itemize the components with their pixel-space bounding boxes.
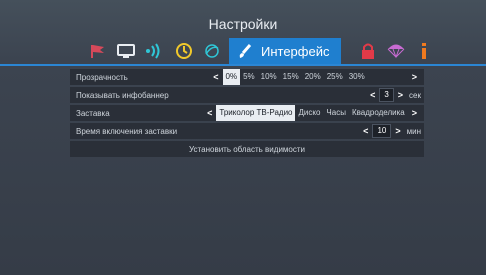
lock-icon <box>362 43 374 59</box>
transparency-label: Прозрачность <box>76 72 128 82</box>
transparency-options: < 0% 5% 10% 15% 20% 25% 30% > <box>209 69 421 85</box>
row-transparency[interactable]: Прозрачность < 0% 5% 10% 15% 20% 25% 30%… <box>70 69 424 85</box>
settings-screen: Настройки Интерфейс Прозрачность < 0% 5%… <box>0 0 486 275</box>
tabs-bar: Интерфейс <box>87 38 437 64</box>
transparency-option[interactable]: 20% <box>302 69 324 85</box>
visible-area-button[interactable]: Установить область видимости <box>70 141 424 157</box>
transparency-option[interactable]: 0% <box>222 69 241 85</box>
transparency-option[interactable]: 15% <box>280 69 302 85</box>
infobanner-stepper: < 3 > сек <box>366 87 421 103</box>
screensaver-options: < Триколор ТВ-Радио Диско Часы Квадродел… <box>203 105 421 121</box>
screensaver-label: Заставка <box>76 108 110 118</box>
screensaver-option[interactable]: Квадроделика <box>349 105 408 121</box>
infobanner-value: 3 <box>379 88 394 102</box>
tab-satellite[interactable] <box>201 40 223 62</box>
brush-icon <box>239 44 252 58</box>
info-icon <box>422 43 426 59</box>
screensaver-option[interactable]: Триколор ТВ-Радио <box>216 105 296 121</box>
screensaver-time-unit: мин <box>406 126 421 136</box>
arrow-right-icon[interactable]: > <box>394 90 407 100</box>
transparency-option[interactable]: 10% <box>258 69 280 85</box>
infobanner-label: Показывать инфобаннер <box>76 90 169 100</box>
screensaver-time-value: 10 <box>372 124 392 138</box>
row-infobanner[interactable]: Показывать инфобаннер < 3 > сек <box>70 87 424 103</box>
tab-flag[interactable] <box>87 40 109 62</box>
tab-signal[interactable] <box>143 40 165 62</box>
tab-tv[interactable] <box>115 40 137 62</box>
tab-interface-label: Интерфейс <box>261 43 330 59</box>
tv-icon <box>117 44 135 58</box>
clock-icon <box>176 43 192 59</box>
transparency-option[interactable]: 30% <box>346 69 368 85</box>
arrow-left-icon[interactable]: < <box>359 126 372 136</box>
settings-list: Прозрачность < 0% 5% 10% 15% 20% 25% 30%… <box>70 67 424 157</box>
flag-icon <box>91 45 104 58</box>
signal-icon <box>146 43 160 59</box>
arrow-left-icon[interactable]: < <box>366 90 379 100</box>
screensaver-option[interactable]: Часы <box>323 105 349 121</box>
transparency-option[interactable]: 25% <box>324 69 346 85</box>
satellite-icon <box>205 44 219 58</box>
arrow-right-icon[interactable]: > <box>391 126 404 136</box>
tab-info[interactable] <box>413 40 435 62</box>
tab-underline <box>0 64 486 66</box>
arrow-right-icon[interactable]: > <box>408 72 421 82</box>
infobanner-unit: сек <box>409 90 421 100</box>
arrow-left-icon[interactable]: < <box>203 108 216 118</box>
screensaver-time-label: Время включения заставки <box>76 126 178 136</box>
transparency-option[interactable]: 5% <box>240 69 258 85</box>
row-screensaver[interactable]: Заставка < Триколор ТВ-Радио Диско Часы … <box>70 105 424 121</box>
screensaver-option[interactable]: Диско <box>295 105 323 121</box>
visible-area-label: Установить область видимости <box>189 144 305 154</box>
tab-interface[interactable]: Интерфейс <box>229 38 341 64</box>
tab-clock[interactable] <box>173 40 195 62</box>
parachute-icon <box>387 44 405 59</box>
tab-parachute[interactable] <box>385 40 407 62</box>
tab-lock[interactable] <box>357 40 379 62</box>
arrow-left-icon[interactable]: < <box>209 72 222 82</box>
arrow-right-icon[interactable]: > <box>408 108 421 118</box>
page-title: Настройки <box>208 16 278 32</box>
screensaver-time-stepper: < 10 > мин <box>359 123 421 139</box>
row-screensaver-time[interactable]: Время включения заставки < 10 > мин <box>70 123 424 139</box>
